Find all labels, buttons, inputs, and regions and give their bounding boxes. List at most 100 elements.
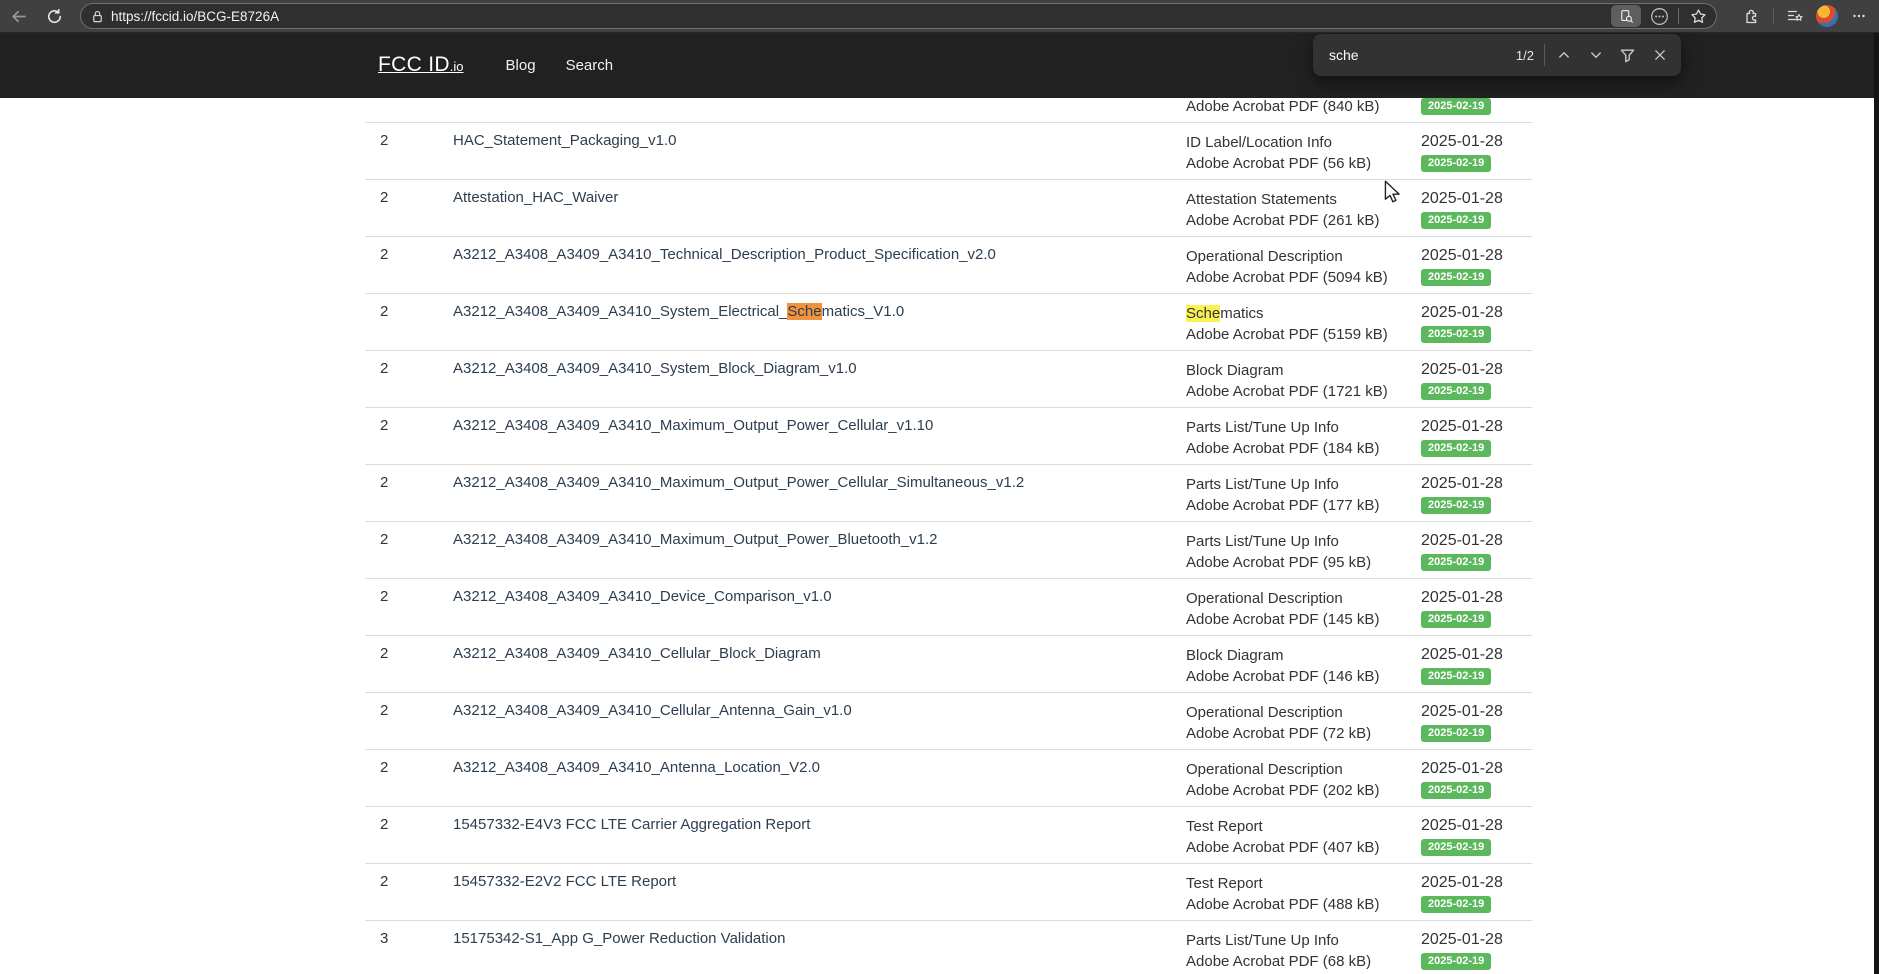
date-badge: 2025-02-19 (1421, 668, 1491, 685)
document-link[interactable]: Attestation_HAC_Waiver (453, 189, 618, 206)
address-bar[interactable]: https://fccid.io/BCG-E8726A (80, 3, 1717, 29)
nav-search[interactable]: Search (566, 57, 614, 74)
date-badge: 2025-02-19 (1421, 383, 1491, 400)
document-link[interactable]: A3212_A3408_A3409_A3410_Device_Compariso… (453, 588, 832, 605)
find-input[interactable] (1327, 46, 1512, 64)
document-link[interactable]: 15175342-S1_App G_Power Reduction Valida… (453, 930, 785, 947)
extensions-button[interactable] (1740, 4, 1764, 28)
doc-format: Adobe Acrobat PDF (177 kB) (1186, 495, 1421, 516)
document-name-cell: A3212_A3408_A3409_A3410_System_Electrica… (453, 294, 1186, 350)
table-row: 2 A3212_A3408_A3409_A3410_Maximum_Output… (365, 408, 1532, 465)
document-link[interactable]: A3212_A3408_A3409_A3410_Maximum_Output_P… (453, 474, 1024, 491)
doc-format: Adobe Acrobat PDF (145 kB) (1186, 609, 1421, 630)
document-link[interactable]: A3212_A3408_A3409_A3410_Cellular_Block_D… (453, 645, 821, 662)
favorite-star-button[interactable] (1686, 4, 1710, 28)
ellipsis-icon (1851, 8, 1867, 24)
document-type-cell: Test Report Adobe Acrobat PDF (488 kB) (1186, 864, 1421, 920)
document-link[interactable]: A3212_A3408_A3409_A3410_System_Electrica… (453, 303, 904, 320)
text-segment: Sche (1186, 305, 1220, 322)
doc-format: Adobe Acrobat PDF (488 kB) (1186, 894, 1421, 915)
document-link[interactable]: A3212_A3408_A3409_A3410_System_Block_Dia… (453, 360, 857, 377)
text-segment: Attestation Statements (1186, 191, 1337, 208)
table-row: 2 A3212_A3408_A3409_A3410_Device_Compari… (365, 579, 1532, 636)
back-button[interactable] (6, 4, 30, 28)
close-find-bar-button[interactable] (1646, 42, 1673, 69)
text-segment: A3212_A3408_A3409_A3410_Technical_Descri… (453, 246, 996, 263)
doc-date: 2025-01-28 (1421, 130, 1532, 153)
date-cell: 2025-01-28 2025-02-19 (1421, 921, 1532, 974)
text-segment: Operational Description (1186, 248, 1343, 265)
text-segment: Sche (787, 303, 821, 320)
doc-type: Test Report (1186, 873, 1421, 894)
doc-format: Adobe Acrobat PDF (5159 kB) (1186, 324, 1421, 345)
find-on-page-chip[interactable] (1611, 5, 1641, 27)
table-row: 2 A3212_A3408_A3409_A3410_Cellular_Block… (365, 636, 1532, 693)
text-segment: 15457332-E2V2 FCC LTE Report (453, 873, 676, 890)
document-link[interactable]: 15457332-E2V2 FCC LTE Report (453, 873, 676, 890)
document-link[interactable]: A3212_A3408_A3409_A3410_Maximum_Output_P… (453, 417, 933, 434)
doc-date: 2025-01-28 (1421, 244, 1532, 267)
text-segment: A3212_A3408_A3409_A3410_Maximum_Output_P… (453, 531, 938, 548)
favorites-list-button[interactable] (1783, 4, 1807, 28)
find-bar: 1/2 (1313, 34, 1681, 76)
doc-date: 2025-01-28 (1421, 928, 1532, 951)
table-row: 2 A3212_A3408_A3409_A3410_Cellular_Anten… (365, 693, 1532, 750)
favorites-list-icon (1786, 7, 1804, 25)
document-link[interactable]: A3212_A3408_A3409_A3410_Technical_Descri… (453, 246, 996, 263)
doc-type: Operational Description (1186, 588, 1421, 609)
filter-matches-button[interactable] (1614, 42, 1641, 69)
date-badge: 2025-02-19 (1421, 440, 1491, 457)
doc-format: Adobe Acrobat PDF (1721 kB) (1186, 381, 1421, 402)
document-type-cell: Test Report Adobe Acrobat PDF (407 kB) (1186, 807, 1421, 863)
doc-type: Block Diagram (1186, 360, 1421, 381)
row-number: 2 (365, 351, 453, 407)
table-row: 2 A3212_A3408_A3409_A3410_System_Block_D… (365, 351, 1532, 408)
doc-date: 2025-01-28 (1421, 814, 1532, 837)
doc-format: Adobe Acrobat PDF (840 kB) (1186, 96, 1421, 117)
document-table: Adobe Acrobat PDF (840 kB) 2025-02-19 2 … (365, 66, 1532, 974)
text-segment: Operational Description (1186, 704, 1343, 721)
date-cell: 2025-01-28 2025-02-19 (1421, 180, 1532, 236)
date-cell: 2025-01-28 2025-02-19 (1421, 522, 1532, 578)
date-badge: 2025-02-19 (1421, 269, 1491, 286)
doc-date: 2025-01-28 (1421, 643, 1532, 666)
table-row: 3 15175342-S1_App G_Power Reduction Vali… (365, 921, 1532, 974)
text-segment: Parts List/Tune Up Info (1186, 533, 1339, 550)
site-logo[interactable]: FCC ID.io (378, 53, 464, 77)
more-tools-circle-button[interactable] (1647, 4, 1671, 28)
date-badge: 2025-02-19 (1421, 953, 1491, 970)
document-type-cell: ID Label/Location Info Adobe Acrobat PDF… (1186, 123, 1421, 179)
text-segment: matics_V1.0 (822, 303, 905, 320)
text-segment: Attestation_HAC_Waiver (453, 189, 618, 206)
date-badge: 2025-02-19 (1421, 155, 1491, 172)
document-link[interactable]: A3212_A3408_A3409_A3410_Antenna_Location… (453, 759, 820, 776)
text-segment: Parts List/Tune Up Info (1186, 476, 1339, 493)
window-edge-scrollbar[interactable] (1874, 32, 1879, 974)
document-link[interactable]: A3212_A3408_A3409_A3410_Cellular_Antenna… (453, 702, 852, 719)
row-number: 2 (365, 294, 453, 350)
document-link[interactable]: 15457332-E4V3 FCC LTE Carrier Aggregatio… (453, 816, 810, 833)
document-name-cell: Attestation_HAC_Waiver (453, 180, 1186, 236)
document-name-cell: A3212_A3408_A3409_A3410_Cellular_Block_D… (453, 636, 1186, 692)
next-match-button[interactable] (1582, 42, 1609, 69)
profile-avatar[interactable] (1816, 5, 1838, 27)
url-text[interactable]: https://fccid.io/BCG-E8726A (111, 9, 279, 24)
document-link[interactable]: HAC_Statement_Packaging_v1.0 (453, 132, 676, 149)
row-number: 2 (365, 465, 453, 521)
document-link[interactable]: A3212_A3408_A3409_A3410_Maximum_Output_P… (453, 531, 938, 548)
settings-menu-button[interactable] (1847, 4, 1871, 28)
lock-icon (91, 9, 104, 24)
doc-type: Operational Description (1186, 759, 1421, 780)
table-row: 2 HAC_Statement_Packaging_v1.0 ID Label/… (365, 123, 1532, 180)
text-segment: A3212_A3408_A3409_A3410_System_Electrica… (453, 303, 787, 320)
document-name-cell: A3212_A3408_A3409_A3410_Maximum_Output_P… (453, 408, 1186, 464)
refresh-button[interactable] (42, 4, 66, 28)
nav-blog[interactable]: Blog (506, 57, 536, 74)
table-row: 2 Attestation_HAC_Waiver Attestation Sta… (365, 180, 1532, 237)
row-number: 2 (365, 750, 453, 806)
document-type-cell: Parts List/Tune Up Info Adobe Acrobat PD… (1186, 408, 1421, 464)
previous-match-button[interactable] (1550, 42, 1577, 69)
doc-date: 2025-01-28 (1421, 871, 1532, 894)
close-icon (1652, 47, 1668, 63)
doc-date: 2025-01-28 (1421, 187, 1532, 210)
